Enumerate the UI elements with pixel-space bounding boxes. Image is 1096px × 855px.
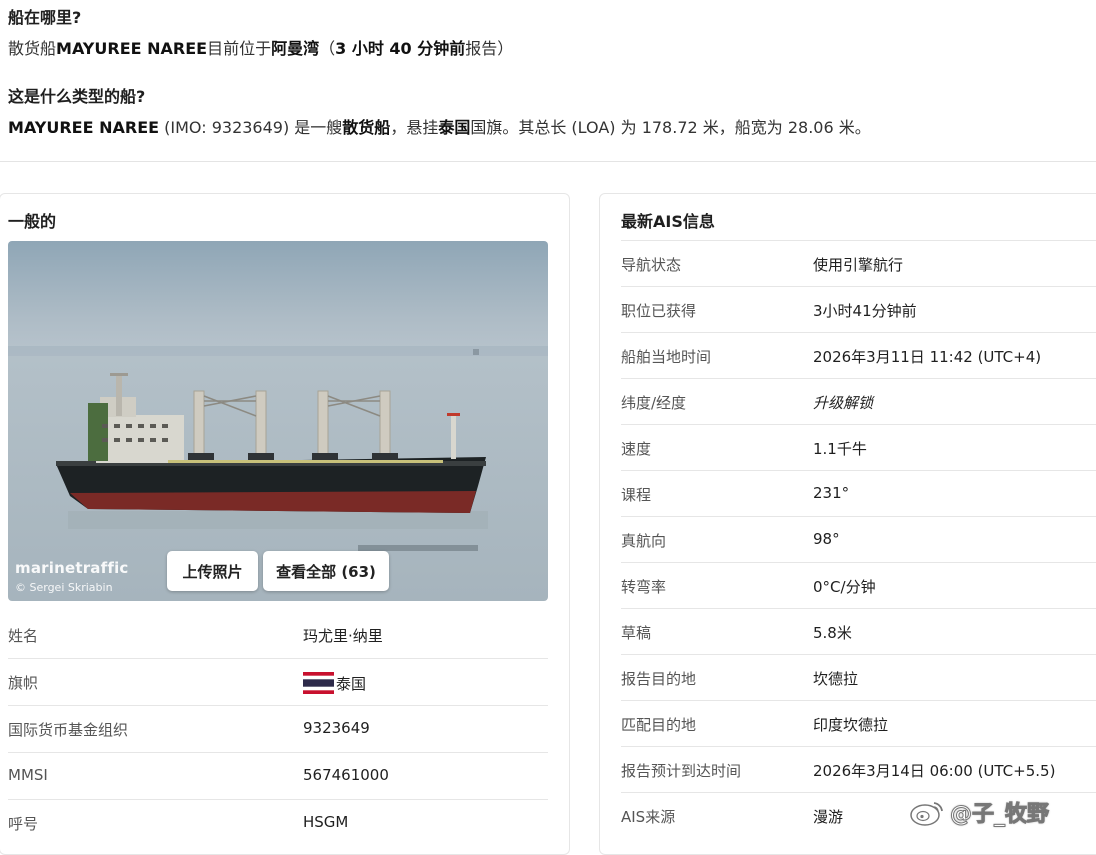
detail-row-name: 姓名 玛尤里·纳里: [8, 612, 548, 659]
ais-label: 草稿: [621, 624, 652, 642]
ais-row-rate-of-turn: 转弯率 0°C/分钟: [621, 563, 1096, 609]
ais-row-reported-destination: 报告目的地 坎德拉: [621, 655, 1096, 701]
ais-value: 使用引擎航行: [813, 256, 904, 274]
ais-label: 速度: [621, 440, 652, 458]
ais-label: 课程: [621, 486, 652, 504]
ais-label: 船舶当地时间: [621, 348, 712, 366]
ais-card: 最新AIS信息 导航状态 使用引擎航行 职位已获得 3小时41分钟前 船舶当地时间 2…: [599, 193, 1096, 855]
ais-value: 坎德拉: [813, 670, 859, 688]
ais-row-speed: 速度 1.1千牛: [621, 425, 1096, 471]
ais-label: 职位已获得: [621, 302, 697, 320]
ais-row-nav-status: 导航状态 使用引擎航行: [621, 241, 1096, 287]
ship-photo[interactable]: marinetraffic © Sergei Skriabin 上传照片 查看全…: [8, 241, 548, 601]
ais-row-local-time: 船舶当地时间 2026年3月11日 11:42 (UTC+4): [621, 333, 1096, 379]
type-rest: 国旗。其总长 (LOA) 为 178.72 米，船宽为 28.06 米。: [470, 118, 871, 137]
type-imo: (IMO: 9323649) 是一艘: [159, 118, 343, 137]
type-flag-pre: ，悬挂: [390, 118, 439, 137]
marinetraffic-watermark: marinetraffic: [15, 559, 129, 577]
upload-photo-button[interactable]: 上传照片: [167, 551, 258, 591]
where-suffix: 报告）: [465, 39, 514, 58]
detail-label: 呼号: [8, 815, 39, 833]
type-sentence: MAYUREE NAREE (IMO: 9323649) 是一艘散货船，悬挂泰国…: [8, 118, 871, 138]
detail-label: 姓名: [8, 627, 39, 645]
ais-label: 匹配目的地: [621, 716, 697, 734]
where-location: 阿曼湾: [271, 39, 320, 58]
ais-details-list: 导航状态 使用引擎航行 职位已获得 3小时41分钟前 船舶当地时间 2026年3月11…: [621, 240, 1096, 838]
type-section: 这是什么类型的船? MAYUREE NAREE (IMO: 9323649) 是…: [8, 87, 871, 138]
detail-value-flag: 泰国: [303, 672, 366, 694]
upgrade-unlock-link[interactable]: 升级解锁: [813, 392, 873, 413]
detail-value: 9323649: [303, 719, 370, 737]
type-flag: 泰国: [438, 118, 471, 137]
ais-value: 231°: [813, 484, 850, 502]
detail-value: 567461000: [303, 766, 389, 784]
ais-value: 5.8米: [813, 624, 852, 642]
type-heading: 这是什么类型的船?: [8, 87, 146, 106]
ais-value: 0°C/分钟: [813, 578, 876, 596]
detail-row-flag: 旗帜 泰国: [8, 659, 548, 706]
where-ship-name: MAYUREE NAREE: [56, 39, 208, 58]
section-divider: [0, 161, 1096, 162]
ais-row-matched-destination: 匹配目的地 印度坎德拉: [621, 701, 1096, 747]
where-heading: 船在哪里?: [8, 8, 82, 27]
type-ship-type: 散货船: [342, 118, 391, 137]
where-mid: 目前位于: [207, 39, 272, 58]
ais-row-draught: 草稿 5.8米: [621, 609, 1096, 655]
detail-value: 玛尤里·纳里: [303, 627, 383, 645]
detail-label: 旗帜: [8, 674, 39, 692]
weibo-watermark: @子_牧野: [908, 796, 1090, 828]
ais-value: 漫游: [813, 808, 844, 826]
detail-row-callsign: 呼号 HSGM: [8, 800, 548, 846]
ais-label: 纬度/经度: [621, 394, 687, 412]
thailand-flag-icon: [303, 672, 334, 694]
detail-row-imo: 国际货币基金组织 9323649: [8, 706, 548, 753]
where-age: 3 小时 40 分钟前: [335, 39, 466, 58]
ais-row-heading: 真航向 98°: [621, 517, 1096, 563]
ais-label: 真航向: [621, 532, 667, 550]
general-details-list: 姓名 玛尤里·纳里 旗帜 泰国 国际货币基金组织 9323649 MMSI 56…: [8, 612, 548, 846]
weibo-handle: @子_牧野: [949, 802, 1050, 828]
ship-photo-image: [8, 241, 548, 601]
detail-value: HSGM: [303, 813, 349, 831]
ais-label: 转弯率: [621, 578, 667, 596]
ais-value: 98°: [813, 530, 840, 548]
ais-title: 最新AIS信息: [621, 212, 715, 231]
where-paren: （: [319, 39, 336, 58]
ais-row-lat-lon: 纬度/经度 升级解锁: [621, 379, 1096, 425]
where-sentence: 散货船MAYUREE NAREE目前位于阿曼湾（3 小时 40 分钟前报告）: [8, 39, 513, 59]
ais-row-reported-eta: 报告预计到达时间 2026年3月14日 06:00 (UTC+5.5): [621, 747, 1096, 793]
ais-value: 印度坎德拉: [813, 716, 889, 734]
ais-row-position-received: 职位已获得 3小时41分钟前: [621, 287, 1096, 333]
where-prefix: 散货船: [8, 39, 57, 58]
where-section: 船在哪里? 散货船MAYUREE NAREE目前位于阿曼湾（3 小时 40 分钟…: [8, 8, 513, 59]
view-all-photos-button[interactable]: 查看全部 (63): [263, 551, 389, 591]
ais-row-course: 课程 231°: [621, 471, 1096, 517]
weibo-logo-icon: [910, 802, 943, 826]
ais-value: 2026年3月11日 11:42 (UTC+4): [813, 348, 1042, 366]
ais-value: 3小时41分钟前: [813, 302, 917, 320]
ais-value: 1.1千牛: [813, 440, 867, 458]
type-ship-name: MAYUREE NAREE: [8, 118, 160, 137]
ais-label: 报告目的地: [621, 670, 697, 688]
flag-country: 泰国: [336, 675, 367, 693]
general-title: 一般的: [8, 212, 57, 231]
detail-label: 国际货币基金组织: [8, 721, 129, 739]
detail-label: MMSI: [8, 766, 48, 784]
ais-label: AIS来源: [621, 808, 676, 826]
ais-label: 报告预计到达时间: [621, 762, 742, 780]
detail-row-mmsi: MMSI 567461000: [8, 753, 548, 800]
photo-credit: © Sergei Skriabin: [15, 581, 113, 594]
ais-label: 导航状态: [621, 256, 682, 274]
ais-value: 2026年3月14日 06:00 (UTC+5.5): [813, 762, 1056, 780]
general-card: 一般的 marinetraffic © Sergei Skriabin 上传照片…: [0, 193, 570, 855]
